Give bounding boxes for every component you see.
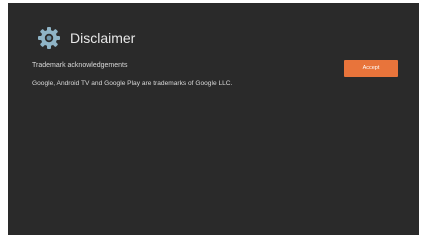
section-subtitle: Trademark acknowledgements [32, 62, 128, 69]
page-title: Disclaimer [70, 30, 136, 46]
gear-icon [36, 25, 62, 51]
trademark-text: Google, Android TV and Google Play are t… [32, 80, 233, 87]
gear-icon-graphic [38, 27, 60, 49]
tv-frame: Disclaimer Trademark acknowledgements Go… [0, 0, 427, 240]
accept-button[interactable]: Accept [344, 60, 398, 77]
disclaimer-screen: Disclaimer Trademark acknowledgements Go… [8, 3, 419, 235]
